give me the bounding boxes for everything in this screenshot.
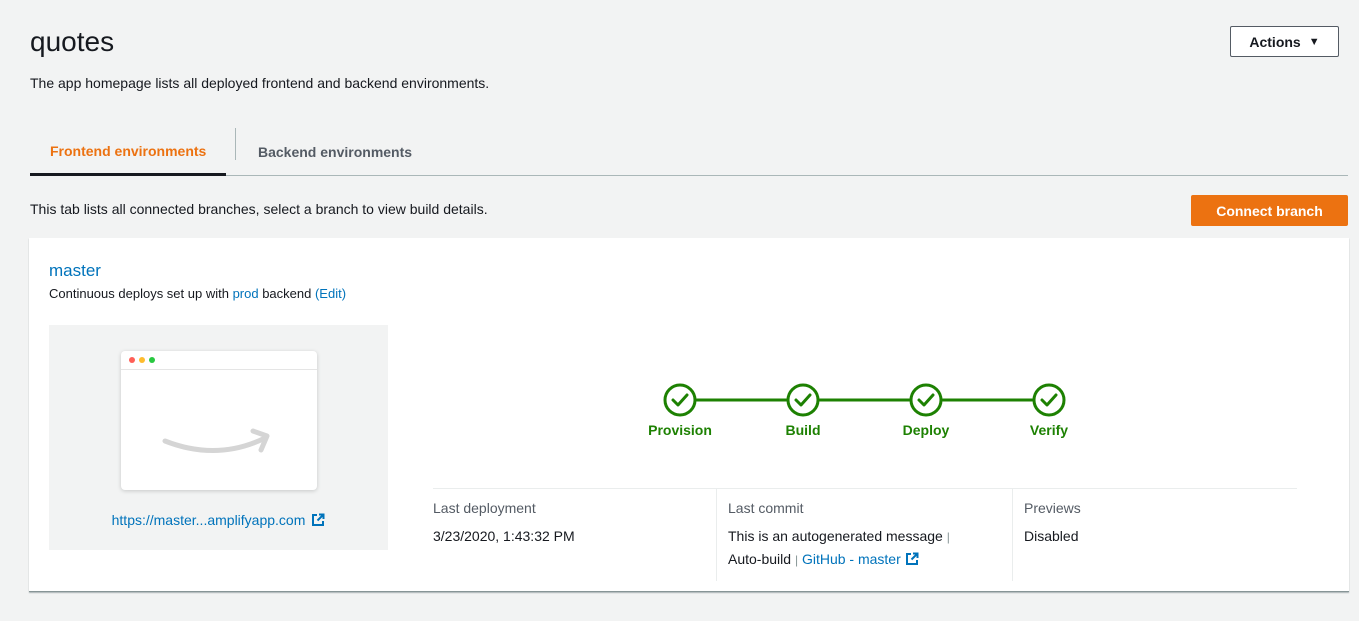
- tab-divider: [235, 128, 236, 160]
- amazon-smile-icon: [162, 428, 270, 454]
- meta-divider: [433, 488, 1297, 489]
- commit-type: Auto-build: [728, 551, 792, 567]
- site-preview: https://master...amplifyapp.com: [49, 325, 388, 550]
- branch-name-link[interactable]: master: [49, 261, 101, 281]
- page-title: quotes: [30, 26, 115, 57]
- last-deployment-value: 3/23/2020, 1:43:32 PM: [433, 528, 575, 544]
- deploy-check-icon: [909, 383, 943, 417]
- verify-check-icon: [1032, 383, 1066, 417]
- provision-check-icon: [663, 383, 697, 417]
- previews-label: Previews: [1024, 500, 1081, 516]
- connect-branch-button[interactable]: Connect branch: [1191, 195, 1348, 226]
- github-master-link[interactable]: GitHub - master: [802, 551, 901, 567]
- site-url-text: https://master...amplifyapp.com: [111, 512, 306, 528]
- meta-column-divider: [716, 489, 717, 581]
- backend-prod-link[interactable]: prod: [233, 286, 259, 301]
- minimize-dot-icon: [139, 357, 145, 363]
- edit-backend-link[interactable]: (Edit): [315, 286, 346, 301]
- tab-frontend-environments[interactable]: Frontend environments: [30, 128, 227, 176]
- browser-titlebar: [121, 351, 317, 370]
- external-link-icon[interactable]: [905, 552, 919, 566]
- external-link-icon: [312, 513, 325, 526]
- meta-column-divider: [1012, 489, 1013, 581]
- branch-sub-middle: backend: [258, 286, 315, 301]
- last-commit: Last commit This is an autogenerated mes…: [728, 500, 1018, 571]
- commit-message-line: This is an autogenerated message |: [728, 525, 1018, 548]
- actions-button[interactable]: Actions ▼: [1230, 26, 1339, 57]
- page-description: The app homepage lists all deployed fron…: [30, 75, 490, 91]
- step-verify-label[interactable]: Verify: [1030, 422, 1068, 438]
- browser-window-illustration: [121, 351, 317, 490]
- environment-tabs: Frontend environments Backend environmen…: [30, 128, 1348, 176]
- step-provision-label[interactable]: Provision: [648, 422, 712, 438]
- previews: Previews Disabled: [1024, 500, 1081, 547]
- build-check-icon: [786, 383, 820, 417]
- last-deployment-label: Last deployment: [433, 500, 536, 516]
- site-url-link[interactable]: https://master...amplifyapp.com: [49, 512, 388, 528]
- step-deploy-label[interactable]: Deploy: [903, 422, 950, 438]
- commit-source-line: Auto-build | GitHub - master: [728, 548, 1018, 571]
- branch-sub-prefix: Continuous deploys set up with: [49, 286, 233, 301]
- branch-subtitle: Continuous deploys set up with prod back…: [49, 286, 346, 301]
- tab-backend-environments[interactable]: Backend environments: [238, 128, 432, 176]
- commit-message: This is an autogenerated message: [728, 528, 943, 544]
- last-commit-label: Last commit: [728, 500, 804, 516]
- separator: |: [946, 530, 950, 544]
- tab-info-text: This tab lists all connected branches, s…: [30, 201, 488, 217]
- last-deployment: Last deployment 3/23/2020, 1:43:32 PM: [433, 500, 575, 547]
- maximize-dot-icon: [149, 357, 155, 363]
- step-build-label[interactable]: Build: [786, 422, 821, 438]
- caret-down-icon: ▼: [1308, 35, 1320, 48]
- close-dot-icon: [129, 357, 135, 363]
- separator: |: [794, 553, 799, 567]
- branch-card: master Continuous deploys set up with pr…: [29, 238, 1349, 592]
- previews-value: Disabled: [1024, 528, 1079, 544]
- actions-button-label: Actions: [1249, 33, 1301, 50]
